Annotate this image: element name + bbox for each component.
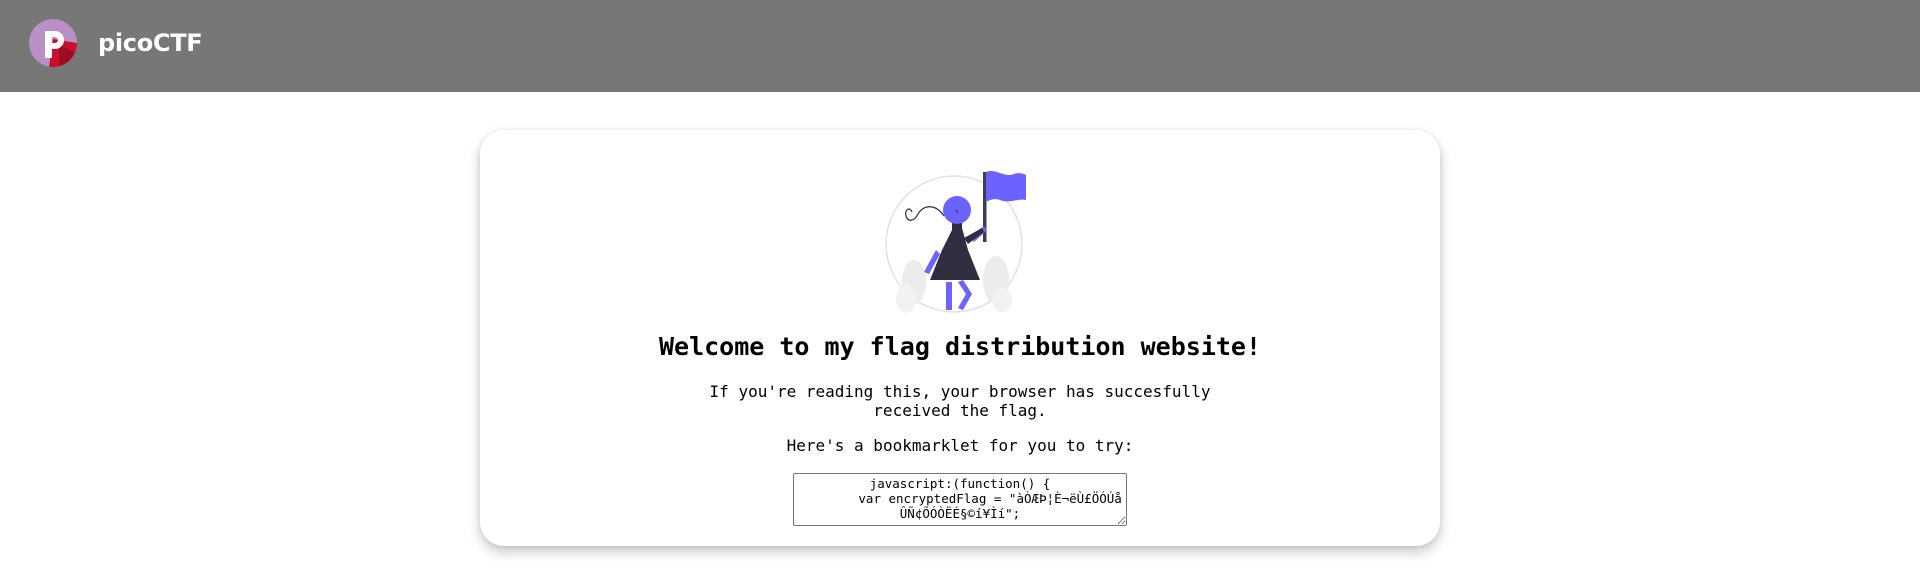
brand-name: picoCTF bbox=[98, 29, 203, 57]
page-title: Welcome to my flag distribution website! bbox=[658, 332, 1262, 361]
top-navbar: picoCTF bbox=[0, 0, 1920, 92]
bookmarklet-label: Here's a bookmarklet for you to try: bbox=[786, 436, 1134, 455]
brand-link[interactable]: picoCTF bbox=[29, 19, 203, 67]
flag-girl-illustration bbox=[885, 171, 1026, 313]
content-card: Welcome to my flag distribution website!… bbox=[480, 130, 1440, 546]
success-message: If you're reading this, your browser has… bbox=[709, 382, 1211, 420]
bookmarklet-code-textarea[interactable]: javascript:(function() { var encryptedFl… bbox=[793, 473, 1127, 526]
picoctf-logo-icon bbox=[29, 19, 77, 67]
